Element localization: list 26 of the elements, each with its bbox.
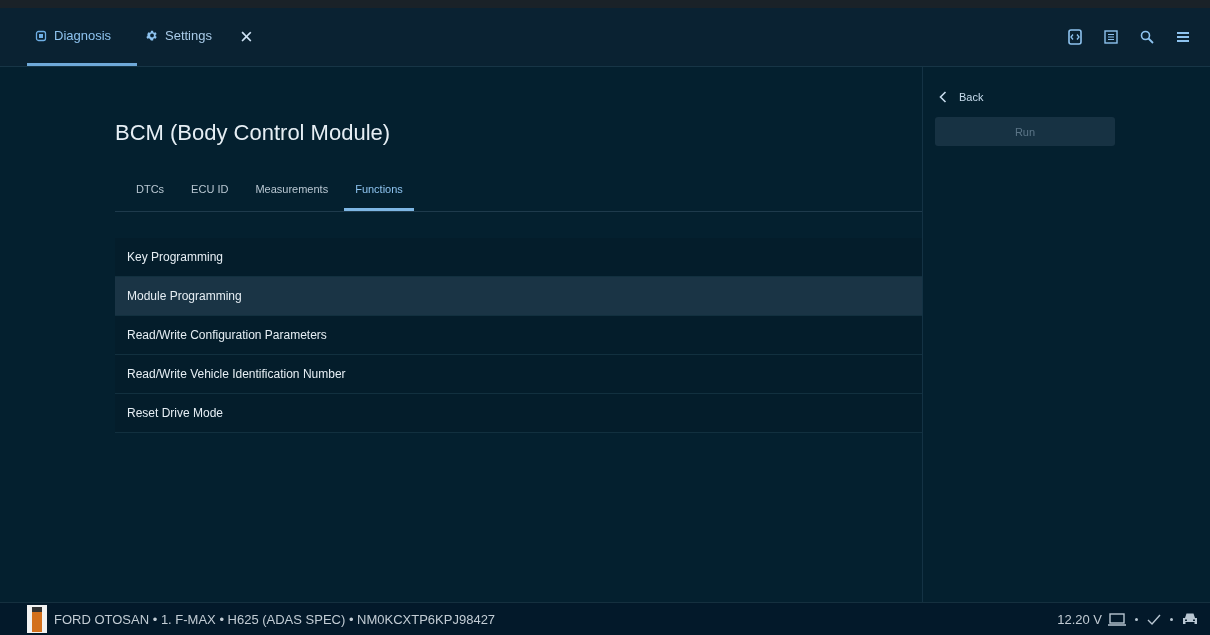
module-tab[interactable]: DTCs <box>125 179 176 211</box>
function-item[interactable]: Key Programming <box>115 238 922 277</box>
module-tab[interactable]: Functions <box>344 179 414 211</box>
nav-tab[interactable]: Settings <box>137 8 220 66</box>
vehicle-info: FORD OTOSAN • 1. F-MAX • H625 (ADAS SPEC) • NM0KCXTP6KPJ98427 <box>54 611 496 627</box>
back-link[interactable]: Back <box>959 91 984 103</box>
list-icon[interactable] <box>1104 30 1118 44</box>
device-code-icon[interactable] <box>1068 29 1082 45</box>
nav-tab[interactable]: Diagnosis <box>27 8 137 66</box>
function-item[interactable]: Module Programming <box>115 277 922 316</box>
module-tab[interactable]: Measurements <box>244 179 340 211</box>
voltage-reading: 12.20 V <box>1057 611 1102 627</box>
chip-icon <box>35 29 47 42</box>
function-item[interactable]: Reset Drive Mode <box>115 394 922 433</box>
search-icon[interactable] <box>1140 30 1154 44</box>
car-icon <box>1182 612 1198 626</box>
module-tab[interactable]: ECU ID <box>180 179 240 211</box>
close-button[interactable]: × <box>220 8 273 66</box>
module-title: BCM (Body Control Module) <box>115 120 392 146</box>
gear-icon <box>145 29 158 42</box>
truck-thumbnail <box>27 605 47 633</box>
function-item[interactable]: Read/Write Vehicle Identification Number <box>115 355 922 394</box>
function-item[interactable]: Read/Write Configuration Parameters <box>115 316 922 355</box>
menu-icon[interactable] <box>1176 31 1190 43</box>
chevron-left-icon[interactable] <box>939 91 947 103</box>
laptop-icon <box>1108 612 1126 626</box>
